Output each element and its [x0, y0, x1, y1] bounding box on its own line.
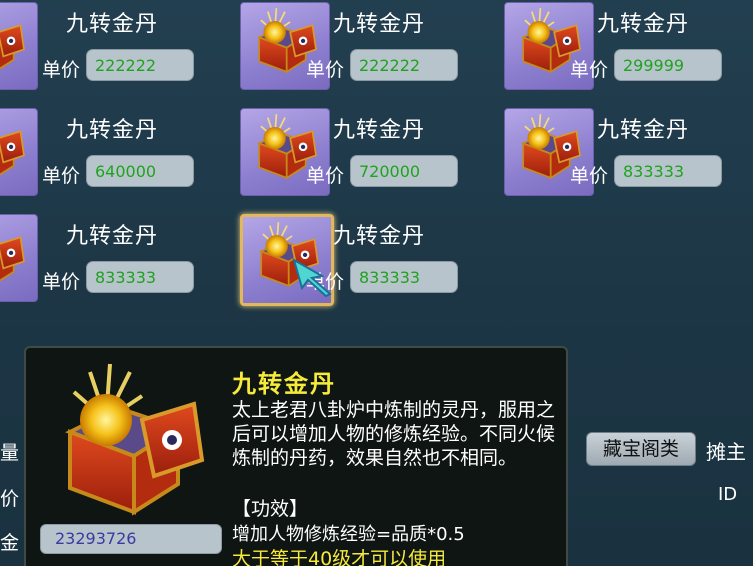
golden-pill-icon — [68, 362, 204, 514]
price-label: 单价 — [570, 59, 609, 81]
item-slot[interactable]: 九转金丹单价 640000 — [0, 106, 216, 198]
cursor-icon — [292, 258, 332, 298]
money-label-fragment: 金 — [0, 532, 20, 554]
price-value: 299999 — [623, 56, 685, 75]
tooltip-requirement: 大于等于40级才可以使用 — [232, 548, 447, 566]
price-label: 单价 — [42, 271, 81, 293]
price-value: 222222 — [95, 56, 157, 75]
tooltip-description: 太上老君八卦炉中炼制的灵丹，服用之后可以增加人物的修炼经验。不同火候炼制的丹药，… — [232, 399, 556, 469]
item-slot[interactable]: 九转金丹单价 222222 — [240, 0, 480, 92]
price-label: 单价 — [306, 59, 345, 81]
price-field: 299999 — [614, 49, 722, 81]
tooltip-title: 九转金丹 — [232, 370, 336, 398]
money-value: 23293726 — [55, 529, 137, 548]
item-name: 九转金丹 — [66, 224, 159, 249]
price-value: 833333 — [359, 268, 421, 287]
item-thumbnail[interactable] — [0, 108, 38, 196]
price-value: 222222 — [359, 56, 421, 75]
item-name: 九转金丹 — [66, 118, 159, 143]
price-field: 720000 — [350, 155, 458, 187]
item-name: 九转金丹 — [333, 12, 426, 37]
price-label: 单价 — [306, 165, 345, 187]
price-field: 833333 — [86, 261, 194, 293]
price-field: 640000 — [86, 155, 194, 187]
seller-label: 摊主 — [706, 440, 746, 464]
item-slot[interactable]: 九转金丹单价 833333 — [0, 212, 216, 304]
money-field: 23293726 — [40, 524, 222, 554]
item-slot[interactable]: 九转金丹单价 222222 — [0, 0, 216, 92]
price-value: 833333 — [95, 268, 157, 287]
price-label: 单价 — [42, 59, 81, 81]
item-slot[interactable]: 九转金丹 单价 833333 — [240, 212, 480, 306]
golden-pill-icon — [0, 7, 25, 73]
price-field: 222222 — [86, 49, 194, 81]
tooltip-effect-formula: 增加人物修炼经验=品质*0.5 — [232, 524, 465, 545]
item-name: 九转金丹 — [597, 12, 690, 37]
item-thumbnail[interactable] — [0, 214, 38, 302]
item-name: 九转金丹 — [333, 224, 426, 249]
treasure-category-button[interactable]: 藏宝阁类 — [586, 432, 696, 466]
price-value: 640000 — [95, 162, 157, 181]
quantity-label-fragment: 量 — [0, 442, 20, 464]
golden-pill-icon — [0, 219, 25, 285]
golden-pill-icon — [0, 113, 25, 179]
item-name: 九转金丹 — [333, 118, 426, 143]
price-value: 720000 — [359, 162, 421, 181]
price-field: 833333 — [350, 261, 458, 293]
price-label-fragment: 价 — [0, 488, 20, 510]
price-value: 833333 — [623, 162, 685, 181]
item-slot[interactable]: 九转金丹单价 299999 — [504, 0, 744, 92]
price-label: 单价 — [42, 165, 81, 187]
price-field: 833333 — [614, 155, 722, 187]
price-label: 单价 — [570, 165, 609, 187]
price-field: 222222 — [350, 49, 458, 81]
item-slot[interactable]: 九转金丹单价 720000 — [240, 106, 480, 198]
item-name: 九转金丹 — [597, 118, 690, 143]
item-slot[interactable]: 九转金丹单价 833333 — [504, 106, 744, 198]
tooltip-effect-header: 【功效】 — [232, 498, 309, 520]
item-thumbnail[interactable] — [0, 2, 38, 90]
game-scene: 九转金丹 单价 222222 九转金丹 单价 222222 九转金丹 单价 299999 九转金丹… — [0, 0, 753, 566]
item-name: 九转金丹 — [66, 12, 159, 37]
seller-id-label: ID — [718, 484, 738, 505]
